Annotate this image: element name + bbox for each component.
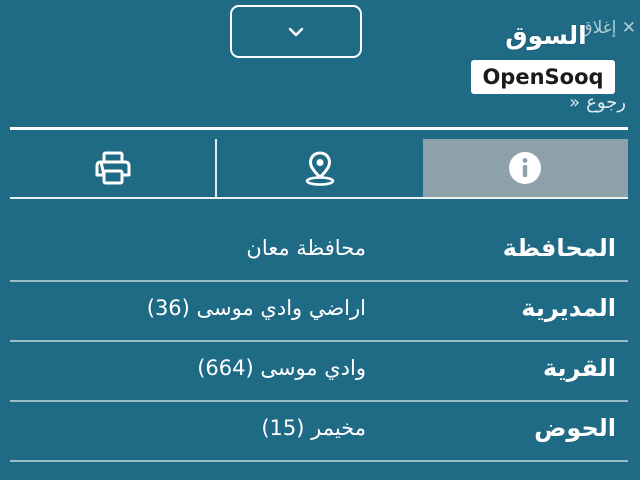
close-icon: ✕ — [621, 18, 636, 38]
back-label: رجوع — [586, 91, 626, 113]
detail-row-governorate: المحافظة محافظة معان — [10, 222, 628, 282]
detail-value: محافظة معان — [246, 236, 366, 260]
divider — [10, 127, 628, 130]
chevron-down-icon — [288, 27, 304, 36]
detail-value: اراضي وادي موسى (36) — [146, 296, 366, 320]
detail-label: المحافظة — [502, 234, 616, 262]
tab-bar — [10, 139, 628, 199]
collapse-button[interactable] — [230, 5, 362, 58]
detail-value: وادي موسى (664) — [197, 356, 366, 380]
detail-label: الحوض — [534, 414, 616, 442]
details-list: المحافظة محافظة معان المديرية اراضي وادي… — [10, 222, 628, 462]
detail-row-directorate: المديرية اراضي وادي موسى (36) — [10, 282, 628, 342]
tab-location[interactable] — [217, 139, 422, 197]
detail-label: القرية — [542, 354, 616, 382]
detail-value: مخيمر (15) — [261, 416, 366, 440]
tab-info[interactable] — [422, 139, 628, 197]
detail-label: المديرية — [521, 294, 616, 322]
detail-row-basin: الحوض مخيمر (15) — [10, 402, 628, 462]
printer-icon — [95, 151, 131, 185]
tab-print[interactable] — [10, 139, 218, 197]
info-icon — [509, 152, 542, 184]
double-chevron-icon: « — [569, 91, 581, 113]
map-pin-icon — [305, 151, 335, 186]
logo-arabic: السوق المفتوح — [498, 21, 595, 86]
detail-row-village: القرية وادي موسى (664) — [10, 342, 628, 402]
back-link[interactable]: رجوع « — [540, 88, 626, 116]
